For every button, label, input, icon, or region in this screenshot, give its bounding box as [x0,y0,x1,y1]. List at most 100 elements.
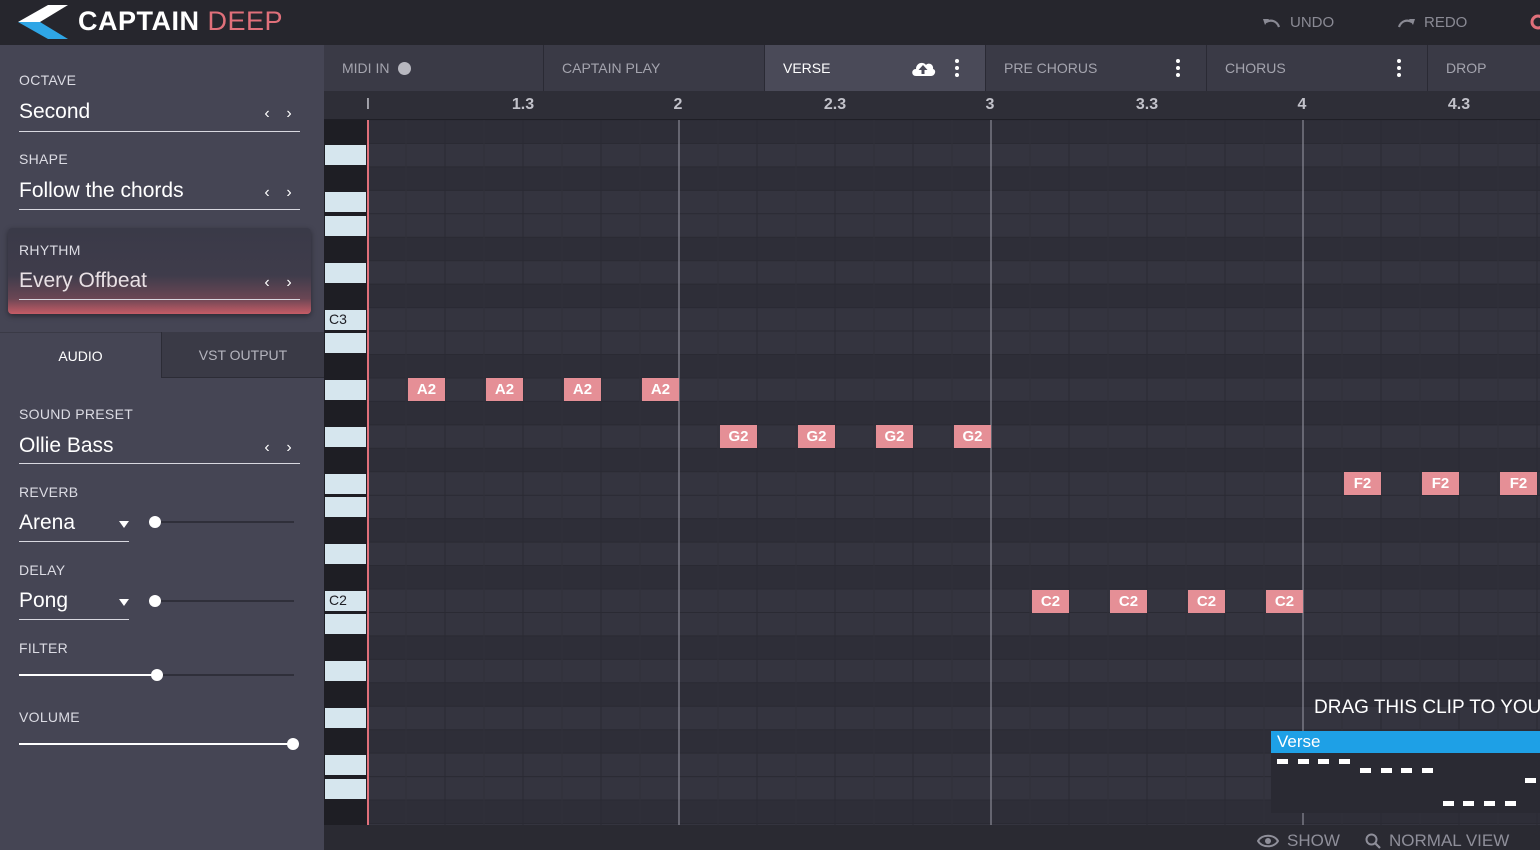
piano-key[interactable] [325,661,366,682]
playhead[interactable] [367,120,369,825]
grid-row [367,143,1540,167]
note-f2[interactable]: F2 [1422,472,1459,496]
piano-key-c3[interactable]: C3 [325,309,366,330]
filter-slider-knob[interactable] [150,669,163,681]
tab-pre-chorus[interactable]: PRE CHORUS [986,45,1207,91]
volume-slider-knob[interactable] [287,738,299,750]
piano-key[interactable] [325,379,366,400]
reverb-slider-track [155,521,294,523]
piano-key[interactable] [325,426,366,447]
bottom-strip [324,825,1540,850]
delay-slider-knob[interactable] [149,595,161,607]
grid-row [367,659,1540,683]
tab-drop[interactable]: DROP [1428,45,1540,91]
piano-key[interactable] [325,497,366,518]
piano-key[interactable] [325,544,366,565]
note-g2[interactable]: G2 [720,425,757,449]
note-c2[interactable]: C2 [1266,589,1303,613]
clip-note-mark [1504,801,1516,806]
grid-row [367,260,1540,285]
piano-key[interactable] [325,145,366,166]
tab-midi-in[interactable]: MIDI IN [324,45,544,91]
caret-down-icon [119,599,129,606]
sound-preset-underline [19,463,300,464]
tab-captain-play[interactable]: CAPTAIN PLAY [544,45,765,91]
octave-next-button[interactable]: › [282,105,296,123]
tab-vst-output[interactable]: VST OUTPUT [161,332,324,378]
delay-slider[interactable] [149,595,294,607]
sound-preset-label: SOUND PRESET [19,406,134,422]
tab-audio[interactable]: AUDIO [0,332,161,378]
note-a2[interactable]: A2 [408,378,445,402]
piano-key[interactable] [325,262,366,283]
note-grid[interactable]: A2 A2 A2 A2 G2 G2 G2 G2 C2 C2 C2 C2 F2 F2 F2 [367,120,1540,825]
show-button[interactable]: SHOW [1257,831,1340,850]
tab-drop-label: DROP [1446,60,1487,76]
note-c2[interactable]: C2 [1188,589,1225,613]
chevron-right-icon: › [286,439,292,456]
midi-indicator-icon [398,62,411,75]
note-a2[interactable]: A2 [642,378,679,402]
octave-prev-button[interactable]: ‹ [260,105,274,123]
cloud-upload-icon[interactable] [910,58,936,78]
draggable-clip[interactable]: Verse [1271,731,1540,813]
note-c2[interactable]: C2 [1032,589,1069,613]
tab-verse[interactable]: VERSE [765,45,986,91]
timeline-ruler[interactable]: I 1.3 2 2.3 3 3.3 4 4.3 [324,91,1540,120]
tab-chorus[interactable]: CHORUS [1207,45,1428,91]
redo-label: REDO [1424,13,1468,31]
undo-button[interactable]: UNDO [1262,12,1334,32]
normal-view-button[interactable]: NORMAL VIEW [1365,831,1509,850]
shape-prev-button[interactable]: ‹ [260,184,274,202]
reverb-label: REVERB [19,484,79,500]
note-f2[interactable]: F2 [1500,472,1537,496]
top-bar: CAPTAIN DEEP UNDO REDO [0,0,1540,45]
piano-key[interactable] [325,333,366,354]
clip-note-mark [1359,768,1371,774]
ruler-label: 4 [1297,96,1307,113]
piano-key[interactable] [325,755,366,776]
chevron-right-icon: › [286,105,292,122]
piano-key-c2[interactable]: C2 [325,591,366,611]
clip-note-mark [1297,759,1309,764]
note-f2[interactable]: F2 [1344,472,1381,496]
piano-key[interactable] [325,614,366,635]
note-g2[interactable]: G2 [798,425,835,449]
note-a2[interactable]: A2 [486,378,523,402]
shape-next-button[interactable]: › [282,184,296,202]
ruler-label: 3.3 [1135,96,1159,113]
pre-chorus-kebab-menu-icon[interactable] [1176,59,1180,79]
volume-slider[interactable] [19,738,299,750]
reverb-dropdown[interactable]: Arena [19,511,129,542]
piano-key[interactable] [325,708,366,729]
piano-key[interactable] [325,473,366,494]
verse-kebab-menu-icon[interactable] [955,59,959,79]
redo-button[interactable]: REDO [1396,12,1467,32]
piano-key[interactable] [325,192,366,213]
note-c2[interactable]: C2 [1110,589,1147,613]
grid-row [367,448,1540,472]
rhythm-next-button[interactable]: › [282,274,296,292]
clip-note-mark [1380,768,1392,774]
note-g2[interactable]: G2 [876,425,913,449]
delay-dropdown[interactable]: Pong [19,589,129,620]
piano-key[interactable] [325,778,366,799]
sound-preset-control: SOUND PRESET Ollie Bass ‹ › [19,406,300,466]
filter-slider[interactable] [19,669,294,681]
clip-header: Verse [1271,731,1540,753]
reverb-slider[interactable] [149,516,294,528]
settings-button[interactable] [1528,12,1540,32]
sound-preset-next-button[interactable]: › [282,439,296,457]
reverb-slider-knob[interactable] [149,516,161,528]
grid-row [367,565,1540,589]
redo-icon [1397,19,1415,28]
sound-preset-prev-button[interactable]: ‹ [260,439,274,457]
grid-row [367,612,1540,636]
grid-row [367,354,1540,378]
rhythm-prev-button[interactable]: ‹ [260,274,274,292]
note-g2[interactable]: G2 [954,425,991,449]
chorus-kebab-menu-icon[interactable] [1397,59,1401,79]
grid-row [367,495,1540,519]
note-a2[interactable]: A2 [564,378,601,402]
piano-key[interactable] [325,215,366,236]
